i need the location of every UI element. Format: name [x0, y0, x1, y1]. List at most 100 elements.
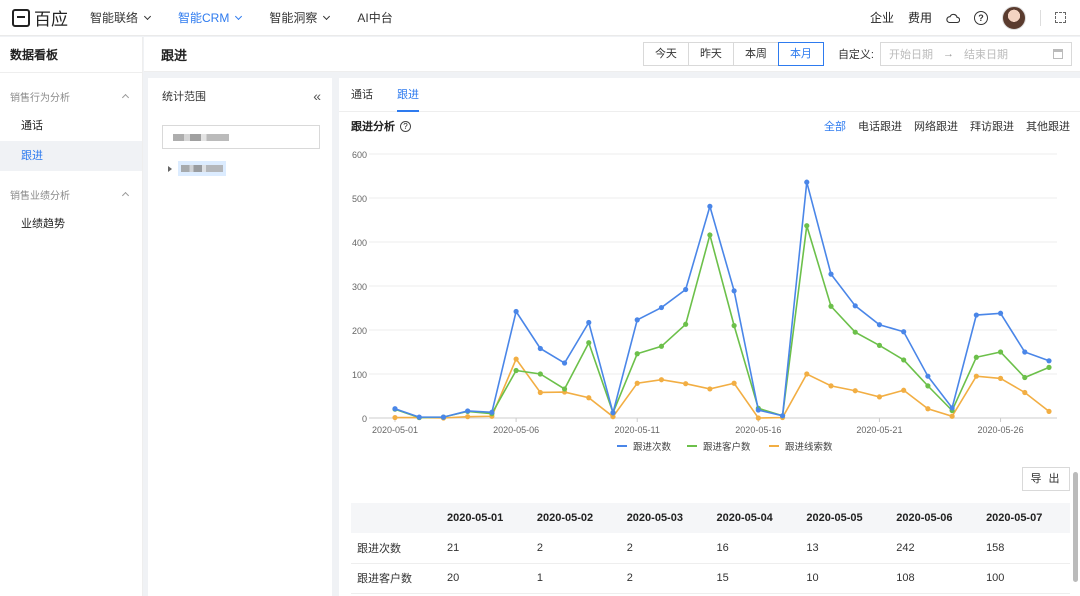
table-header-row: 2020-05-01 2020-05-02 2020-05-03 2020-05… — [351, 503, 1070, 533]
table-header-cell: 2020-05-02 — [530, 503, 621, 533]
table-cell: 13 — [800, 533, 891, 564]
data-point — [513, 308, 519, 315]
nav-item-ai[interactable]: AI中台 — [357, 9, 392, 26]
x-tick-label: 2020-05-01 — [372, 425, 418, 435]
table-cell: 15 — [710, 563, 801, 594]
tree-node-row[interactable] — [168, 161, 332, 176]
chevron-up-icon — [121, 93, 130, 102]
filter-other[interactable]: 其他跟进 — [1026, 118, 1070, 134]
table-cell: 10 — [800, 563, 891, 594]
fees-link[interactable]: 费用 — [908, 9, 932, 26]
redacted-text — [173, 133, 229, 141]
help-icon[interactable]: ? — [974, 10, 988, 25]
y-tick-label: 500 — [352, 194, 367, 204]
filter-online[interactable]: 网络跟进 — [914, 118, 958, 134]
export-button[interactable]: 导 出 — [1022, 467, 1070, 491]
y-tick-label: 300 — [352, 282, 367, 292]
collapse-icon[interactable]: « — [313, 88, 321, 104]
table-cell: 100 — [980, 563, 1070, 594]
data-point — [658, 304, 665, 311]
sidebar: 数据看板 销售行为分析 通话 跟进 销售业绩分析 业绩趋势 — [0, 37, 143, 596]
range-month-button[interactable]: 本月 — [777, 42, 824, 66]
caret-right-icon[interactable] — [168, 165, 172, 172]
logo[interactable]: 百应 — [0, 5, 90, 30]
sidebar-item-followup[interactable]: 跟进 — [0, 141, 142, 171]
avatar[interactable] — [1002, 5, 1026, 30]
start-date-input[interactable]: 开始日期 — [889, 46, 933, 62]
filter-phone[interactable]: 电话跟进 — [858, 118, 902, 134]
table-cell: 1 — [530, 563, 621, 594]
filter-visit[interactable]: 拜访跟进 — [970, 118, 1014, 134]
data-point — [658, 343, 665, 349]
y-tick-label: 600 — [352, 150, 367, 160]
end-date-input[interactable]: 结束日期 — [964, 46, 1008, 62]
nav-label: 智能洞察 — [269, 11, 318, 25]
scope-title: 统计范围 — [162, 91, 206, 103]
table-header-cell: 2020-05-05 — [800, 503, 891, 533]
filter-all[interactable]: 全部 — [824, 118, 846, 134]
data-point — [561, 386, 568, 392]
data-point — [949, 405, 955, 411]
series-line — [394, 181, 1050, 418]
tab-followup[interactable]: 跟进 — [397, 78, 419, 112]
table-cell: 242 — [890, 533, 981, 564]
data-point — [586, 319, 592, 326]
data-point — [804, 223, 810, 229]
nav-right: 企业 费用 ? — [870, 5, 1080, 30]
data-point — [465, 408, 471, 414]
scope-header: 统计范围 « — [148, 78, 332, 114]
cloud-icon[interactable] — [946, 12, 960, 24]
sidebar-group-sales-performance[interactable]: 销售业绩分析 — [0, 179, 142, 209]
data-point — [731, 323, 737, 329]
data-point — [852, 388, 858, 394]
sidebar-group-sales-behavior[interactable]: 销售行为分析 — [0, 81, 142, 111]
data-point — [683, 321, 689, 327]
data-point — [997, 375, 1004, 381]
data-point — [779, 413, 786, 419]
data-point — [852, 303, 858, 309]
range-today-button[interactable]: 今天 — [642, 42, 689, 66]
range-week-button[interactable]: 本周 — [732, 42, 779, 66]
calendar-icon — [1053, 49, 1063, 59]
nav-label: 智能CRM — [178, 11, 230, 25]
date-range-selector: 今天 昨天 本周 本月 — [642, 42, 824, 66]
scope-search-input[interactable] — [162, 125, 320, 149]
tab-calls[interactable]: 通话 — [351, 78, 373, 112]
x-tick-label: 2020-05-11 — [615, 425, 660, 435]
legend-label: 跟进次数 — [633, 441, 672, 453]
fullscreen-icon[interactable] — [1055, 12, 1066, 23]
scope-panel: 统计范围 « — [148, 78, 332, 596]
y-tick-label: 100 — [352, 370, 367, 380]
redacted-text — [181, 165, 223, 172]
table-cell: 2 — [620, 533, 711, 564]
data-point — [513, 367, 519, 374]
data-point — [973, 312, 979, 318]
data-point — [1022, 389, 1028, 396]
table-header-cell: 2020-05-04 — [710, 503, 801, 533]
data-point — [755, 407, 761, 413]
range-yesterday-button[interactable]: 昨天 — [687, 42, 734, 66]
nav-item-contact[interactable]: 智能联络 — [90, 9, 152, 26]
sidebar-item-performance-trend[interactable]: 业绩趋势 — [0, 209, 142, 239]
data-point — [392, 406, 398, 412]
enterprise-link[interactable]: 企业 — [870, 9, 894, 26]
nav-item-insight[interactable]: 智能洞察 — [269, 9, 331, 26]
page-scrollbar[interactable] — [1073, 472, 1078, 582]
chevron-down-icon — [235, 12, 243, 20]
table-header-cell: 2020-05-03 — [620, 503, 711, 533]
data-point — [973, 354, 979, 360]
nav-label: 智能联络 — [90, 11, 139, 25]
data-point — [1022, 349, 1028, 355]
y-tick-label: 0 — [362, 414, 367, 424]
question-icon[interactable]: ? — [400, 120, 411, 132]
sidebar-item-calls[interactable]: 通话 — [0, 111, 142, 141]
data-point — [440, 414, 447, 420]
section-title: 跟进分析 — [351, 121, 395, 133]
nav-item-crm[interactable]: 智能CRM — [178, 9, 243, 26]
table-cell: 108 — [890, 563, 981, 594]
data-point — [828, 383, 834, 389]
tree-node[interactable] — [178, 161, 226, 176]
date-range-picker[interactable]: 开始日期 → 结束日期 — [880, 42, 1072, 66]
data-point — [1046, 358, 1052, 364]
data-point — [997, 310, 1004, 316]
